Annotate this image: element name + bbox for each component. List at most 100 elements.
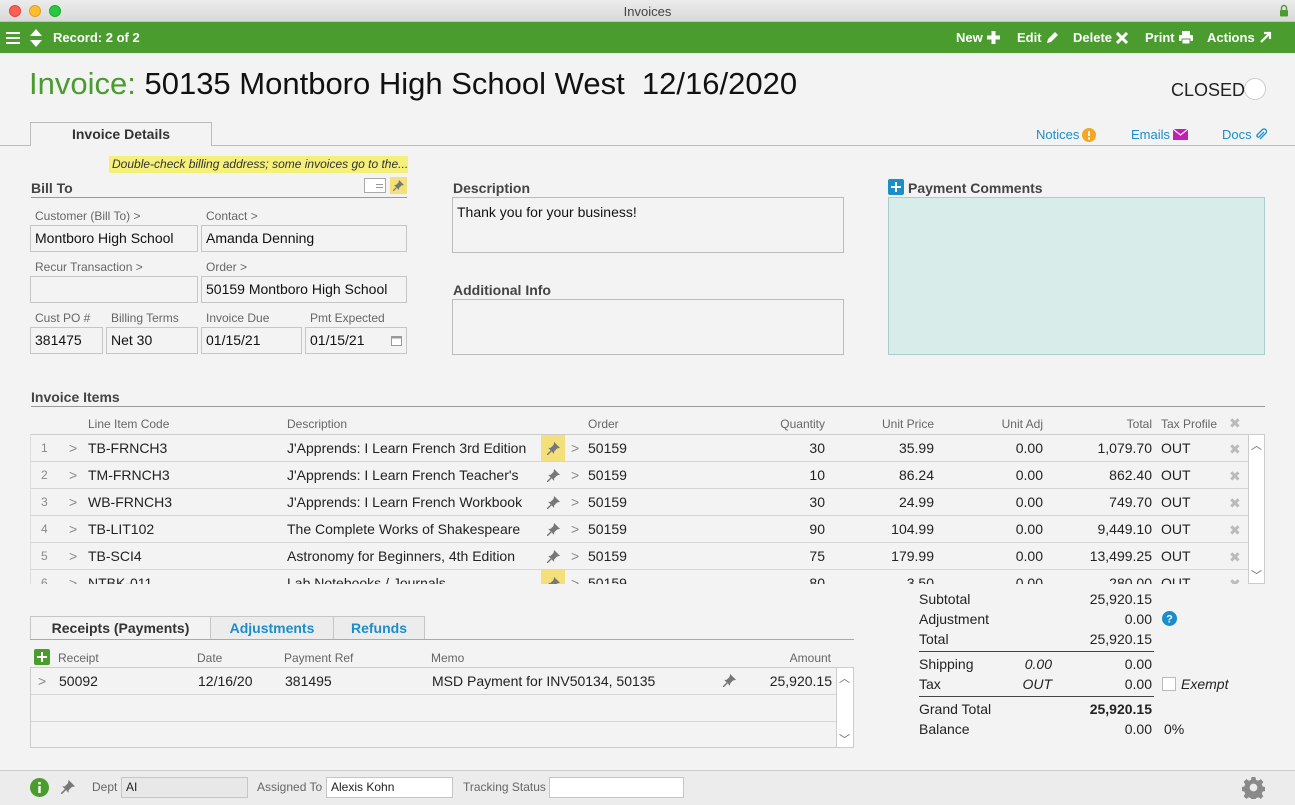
balance-value: 0.00 [1124, 721, 1152, 737]
actions-button[interactable]: Actions [1207, 22, 1272, 53]
pin-icon[interactable] [541, 570, 565, 584]
receipt-cell: 50092 [59, 673, 98, 689]
description-field[interactable]: Thank you for your business! [452, 197, 844, 253]
pin-icon[interactable] [541, 435, 565, 461]
sticky-note[interactable]: Double-check billing address; some invoi… [109, 156, 408, 173]
tab-receipts[interactable]: Receipts (Payments) [30, 616, 211, 640]
recur-field[interactable] [30, 276, 198, 303]
tracking-field[interactable] [549, 777, 684, 798]
pin-icon[interactable] [60, 780, 75, 797]
pin-icon[interactable] [541, 489, 565, 515]
customer-field[interactable]: Montboro High School [30, 225, 198, 252]
scroll-down-icon[interactable]: ﹀ [839, 731, 850, 747]
order-expand-icon[interactable]: > [571, 440, 579, 456]
new-button[interactable]: New [956, 22, 1000, 53]
order-expand-icon[interactable]: > [571, 548, 579, 564]
row-expand-icon[interactable]: > [69, 521, 77, 537]
gear-icon[interactable] [1241, 776, 1266, 802]
table-row[interactable]: 5 > TB-SCI4 Astronomy for Beginners, 4th Ed… [31, 543, 1248, 570]
table-row[interactable]: 2 > TM-FRNCH3 J'Apprends: I Learn French Te… [31, 462, 1248, 489]
record-navigator-icon[interactable] [29, 22, 43, 53]
docs-label: Docs [1222, 127, 1252, 142]
tab-refunds[interactable]: Refunds [333, 616, 425, 640]
price-cell: 104.99 [891, 521, 934, 537]
edit-button[interactable]: Edit [1017, 22, 1059, 53]
notices-link[interactable]: Notices [1036, 127, 1097, 142]
svg-text:?: ? [1166, 614, 1173, 626]
print-button[interactable]: Print [1145, 22, 1193, 53]
additional-info-title: Additional Info [453, 282, 551, 298]
delete-row-icon[interactable]: ✖ [1229, 549, 1241, 566]
delete-row-icon[interactable]: ✖ [1229, 522, 1241, 539]
delete-row-icon[interactable]: ✖ [1229, 468, 1241, 485]
status-toggle[interactable] [1244, 78, 1266, 100]
address-card-icon[interactable] [364, 178, 386, 196]
emails-label: Emails [1131, 127, 1171, 142]
table-row[interactable]: 1 > TB-FRNCH3 J'Apprends: I Learn French 3r… [31, 435, 1248, 462]
help-icon[interactable]: ? [1162, 611, 1177, 629]
dept-field[interactable]: AI [121, 777, 248, 798]
add-comment-icon[interactable] [888, 179, 904, 198]
pin-icon[interactable] [722, 674, 736, 690]
table-row[interactable]: > 50092 12/16/20 381495 MSD Payment for … [31, 668, 837, 695]
table-row[interactable]: 3 > WB-FRNCH3 J'Apprends: I Learn French Wo… [31, 489, 1248, 516]
order-cell: 50159 [588, 575, 627, 584]
payment-comments-field[interactable] [888, 197, 1265, 355]
scroll-down-icon[interactable]: ﹀ [1251, 567, 1262, 583]
adj-cell: 0.00 [1015, 494, 1043, 510]
order-label[interactable]: Order > [206, 260, 247, 274]
order-expand-icon[interactable]: > [571, 467, 579, 483]
order-expand-icon[interactable]: > [571, 494, 579, 510]
table-row[interactable]: 4 > TB-LIT102 The Complete Works of Shakesp… [31, 516, 1248, 543]
order-cell: 50159 [588, 467, 627, 483]
contact-field[interactable]: Amanda Denning [201, 225, 407, 252]
printer-icon [1178, 31, 1193, 44]
tax-profile-field[interactable]: OUT [1000, 676, 1052, 692]
additional-info-field[interactable] [452, 299, 844, 355]
calendar-icon[interactable] [391, 334, 402, 349]
qty-cell: 10 [809, 467, 825, 483]
pin-icon[interactable] [541, 543, 565, 569]
scroll-up-icon[interactable]: ︿ [839, 670, 850, 686]
items-scrollbar[interactable] [1248, 434, 1265, 584]
balance-percent: 0% [1164, 721, 1185, 737]
row-expand-icon[interactable]: > [69, 467, 77, 483]
assigned-field[interactable]: Alexis Kohn [326, 777, 453, 798]
delete-row-icon[interactable]: ✖ [1229, 576, 1241, 584]
emails-link[interactable]: Emails [1131, 127, 1189, 142]
recur-label[interactable]: Recur Transaction > [35, 260, 143, 274]
delete-row-icon[interactable]: ✖ [1229, 495, 1241, 512]
custpo-field[interactable]: 381475 [30, 327, 103, 354]
col-order: Order [588, 417, 619, 431]
row-expand-icon[interactable]: > [69, 548, 77, 564]
scroll-up-icon[interactable]: ︿ [1251, 437, 1262, 453]
lock-icon [1279, 4, 1289, 20]
menu-icon[interactable] [6, 22, 20, 53]
price-cell: 35.99 [898, 440, 934, 456]
tab-invoice-details[interactable]: Invoice Details [30, 122, 212, 146]
delete-button[interactable]: Delete [1073, 22, 1129, 53]
add-receipt-icon[interactable] [34, 649, 50, 668]
order-expand-icon[interactable]: > [571, 521, 579, 537]
customer-label[interactable]: Customer (Bill To) > [35, 209, 140, 223]
row-expand-icon[interactable]: > [69, 440, 77, 456]
order-expand-icon[interactable]: > [571, 575, 579, 584]
table-row[interactable]: 6 > NTBK-011 Lab Notebooks / Journals >50159… [31, 570, 1248, 584]
terms-field[interactable]: Net 30 [106, 327, 198, 354]
order-cell: 50159 [588, 548, 627, 564]
exempt-checkbox[interactable] [1162, 677, 1176, 691]
row-expand-icon[interactable]: > [38, 673, 46, 689]
info-icon[interactable] [30, 778, 49, 800]
tab-adjustments[interactable]: Adjustments [210, 616, 334, 640]
shipping-rate-field[interactable]: 0.00 [1000, 656, 1052, 672]
pin-icon[interactable] [541, 462, 565, 488]
docs-link[interactable]: Docs [1222, 127, 1267, 142]
pin-icon[interactable] [390, 177, 407, 194]
contact-label[interactable]: Contact > [206, 209, 258, 223]
row-expand-icon[interactable]: > [69, 575, 77, 584]
due-field[interactable]: 01/15/21 [201, 327, 302, 354]
delete-row-icon[interactable]: ✖ [1229, 441, 1241, 458]
pin-icon[interactable] [541, 516, 565, 542]
row-expand-icon[interactable]: > [69, 494, 77, 510]
order-field[interactable]: 50159 Montboro High School [201, 276, 407, 303]
